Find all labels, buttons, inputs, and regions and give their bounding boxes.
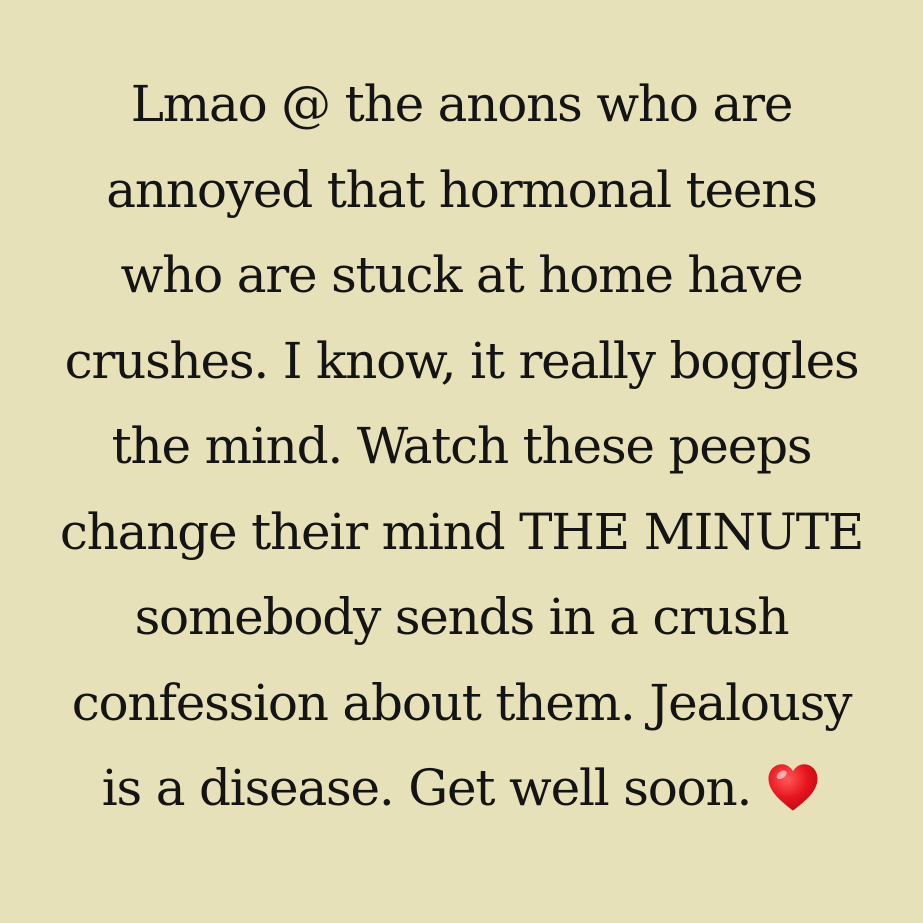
post-line: the mind. Watch these peeps bbox=[111, 417, 813, 475]
post-text: Lmao @ the anons who are annoyed that ho… bbox=[0, 62, 923, 832]
post-line: somebody sends in a crush bbox=[134, 588, 790, 646]
quote-card: Lmao @ the anons who are annoyed that ho… bbox=[0, 0, 923, 923]
post-line: change their mind THE MINUTE bbox=[59, 502, 865, 561]
post-line: confession about them. Jealousy bbox=[71, 673, 853, 732]
heart-icon bbox=[768, 764, 818, 811]
post-line: crushes. I know, it really boggles bbox=[64, 331, 860, 390]
post-line: annoyed that hormonal teens bbox=[106, 160, 818, 219]
post-line: is a disease. Get well soon. bbox=[101, 759, 753, 817]
post-line: Lmao @ the anons who are bbox=[130, 75, 794, 133]
post-line: who are stuck at home have bbox=[120, 246, 804, 304]
post-line-last: is a disease. Get well soon. bbox=[0, 746, 923, 832]
